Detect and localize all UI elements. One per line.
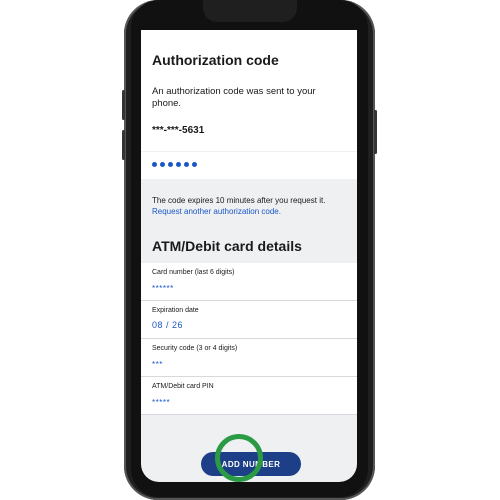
field-value: ***** xyxy=(152,398,171,407)
field-label: ATM/Debit card PIN xyxy=(152,383,214,390)
authorization-section: Authorization code An authorization code… xyxy=(141,30,357,151)
expiration-date-field[interactable]: Expiration date 08 / 26 xyxy=(141,301,357,339)
field-label: Card number (last 6 digits) xyxy=(152,269,235,276)
side-button xyxy=(122,90,125,120)
code-dot xyxy=(152,162,157,167)
code-dot xyxy=(160,162,165,167)
field-label: Security code (3 or 4 digits) xyxy=(152,345,238,352)
phone-number: ***-***-5631 xyxy=(152,125,205,136)
field-value: *** xyxy=(152,360,163,369)
code-dot xyxy=(168,162,173,167)
field-label: Expiration date xyxy=(152,307,199,314)
auth-message: An authorization code was sent to your p… xyxy=(152,86,316,109)
highlight-ring xyxy=(215,434,263,482)
code-input[interactable] xyxy=(141,152,357,179)
side-button xyxy=(122,130,125,160)
code-dots xyxy=(152,162,197,167)
code-dot xyxy=(184,162,189,167)
field-value: ****** xyxy=(152,284,174,293)
security-code-field[interactable]: Security code (3 or 4 digits) *** xyxy=(141,339,357,377)
code-dot xyxy=(192,162,197,167)
field-value: 08 / 26 xyxy=(152,320,184,330)
request-code-link[interactable]: Request another authorization code. xyxy=(152,207,281,216)
auth-title: Authorization code xyxy=(152,52,279,68)
expiry-text: The code expires 10 minutes after you re… xyxy=(152,196,326,205)
card-details-title: ATM/Debit card details xyxy=(152,238,302,254)
power-button xyxy=(374,110,377,154)
phone-notch xyxy=(203,0,297,22)
app-screen: Authorization code An authorization code… xyxy=(141,30,357,482)
code-dot xyxy=(176,162,181,167)
pin-field[interactable]: ATM/Debit card PIN ***** xyxy=(141,377,357,415)
card-number-field[interactable]: Card number (last 6 digits) ****** xyxy=(141,263,357,301)
